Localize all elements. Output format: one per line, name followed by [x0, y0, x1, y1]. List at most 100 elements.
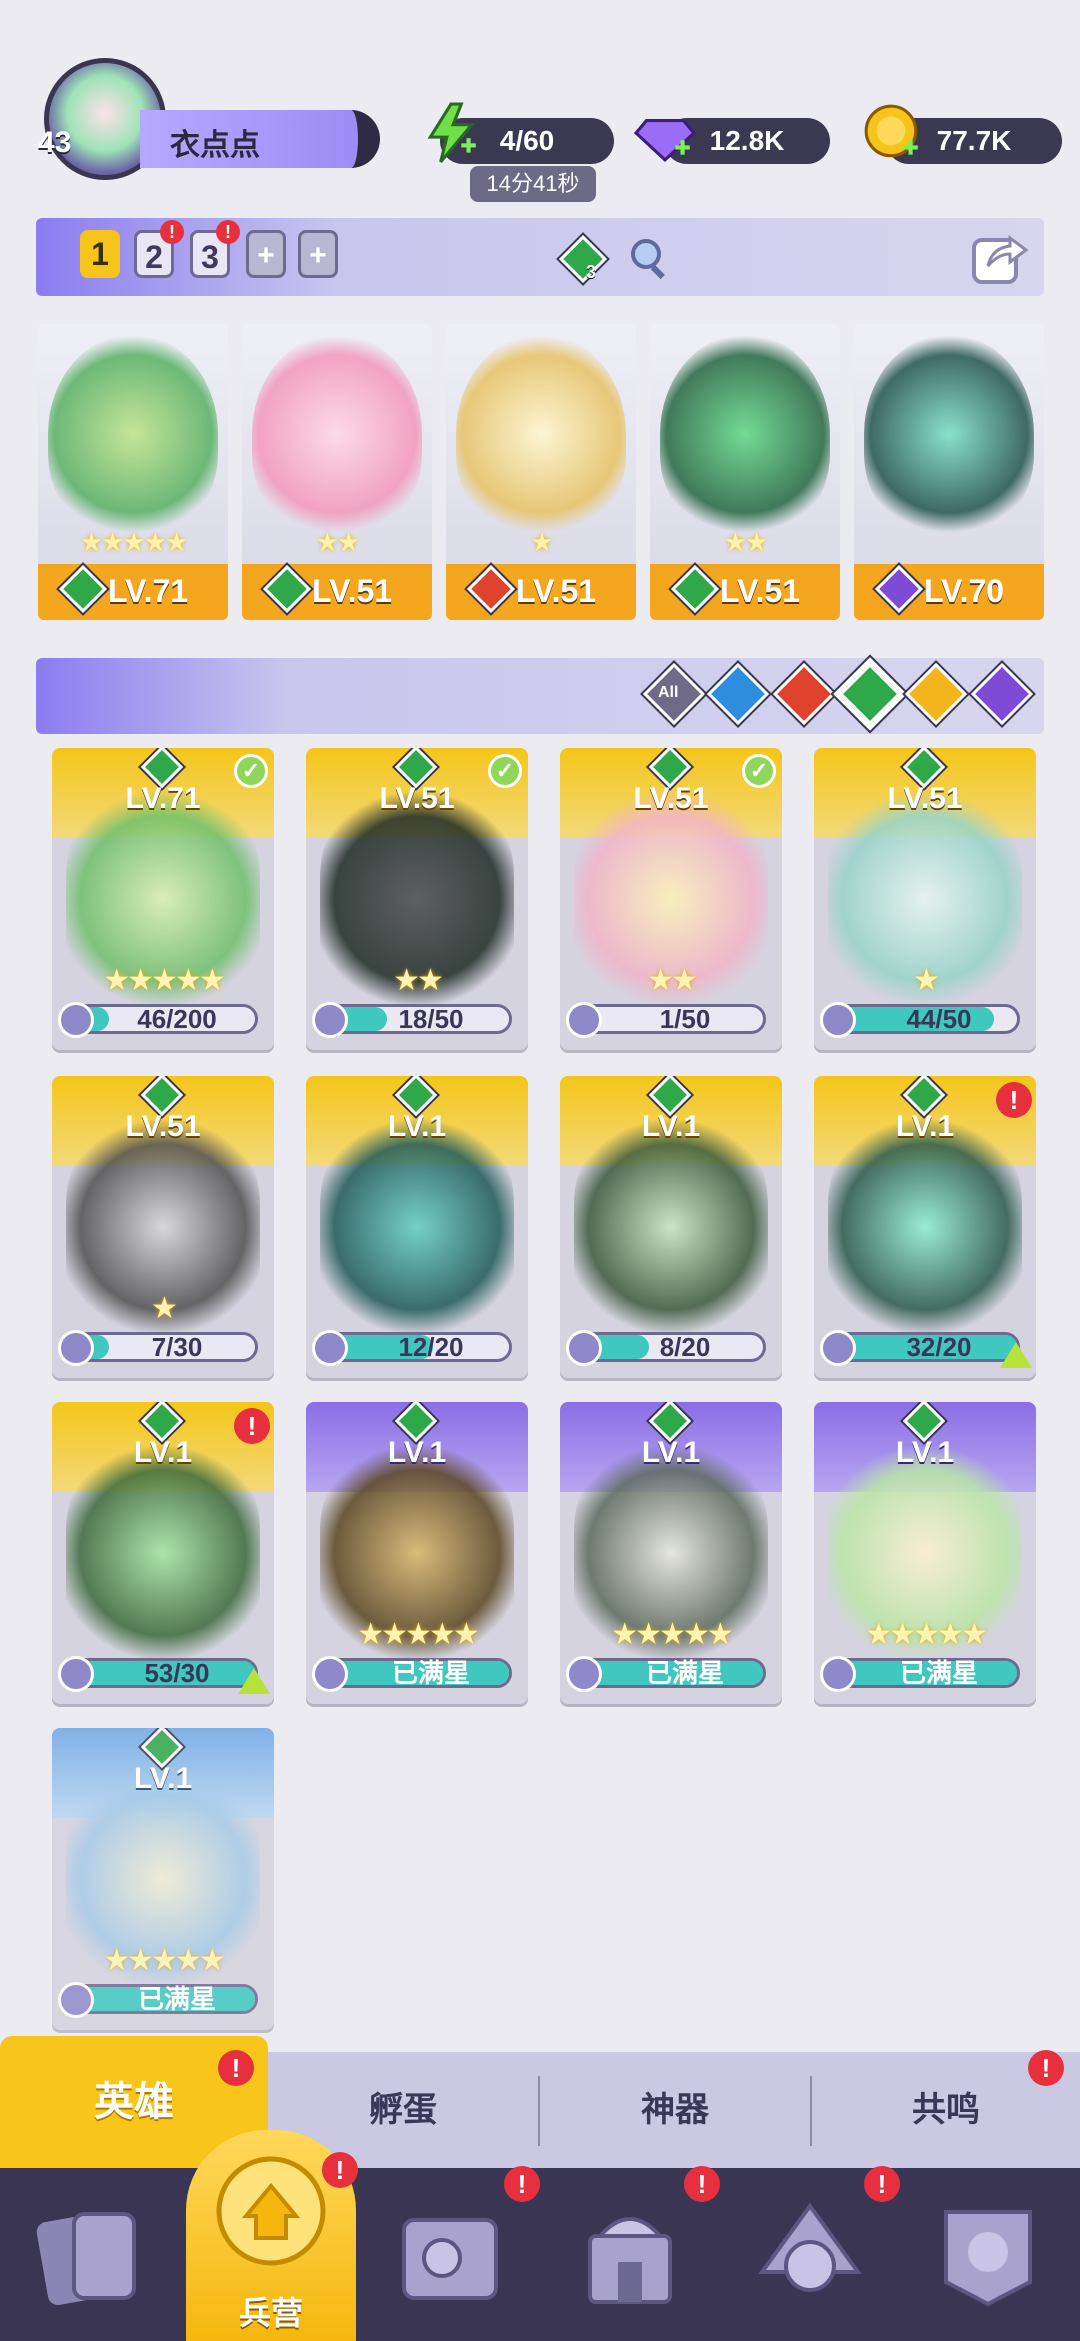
hero-portrait	[320, 1112, 514, 1342]
hero-stars: ★	[913, 964, 940, 997]
shard-progress: 已满星	[137, 1984, 216, 2014]
team-bar	[36, 218, 1044, 296]
alert-icon: !	[218, 2050, 254, 2086]
alert-icon: !	[322, 2152, 358, 2188]
hero-card[interactable]: LV.1 ★★★★★ 已满星	[52, 1728, 274, 2030]
upgrade-arrow-icon	[1000, 1342, 1032, 1368]
hero-stars: ★★★★★	[865, 1618, 987, 1651]
map-book-nav-icon[interactable]	[390, 2196, 510, 2316]
hero-card[interactable]: LV.1 ★★★★★ 已满星	[814, 1402, 1036, 1704]
hero-level: LV.71	[108, 573, 189, 609]
hero-level: LV.1	[641, 1436, 701, 1469]
hero-portrait	[252, 334, 422, 534]
player-level: 43	[38, 126, 72, 159]
hero-portrait	[828, 1112, 1022, 1342]
share-icon[interactable]	[970, 226, 1030, 286]
shard-progress: 12/20	[398, 1332, 464, 1362]
team-slot[interactable]: ★ LV.51	[446, 324, 636, 620]
shard-progress: 已满星	[391, 1658, 470, 1688]
hero-portrait	[66, 1438, 260, 1668]
mushroom-nav-icon[interactable]	[750, 2196, 870, 2316]
in-team-check-icon: ✓	[488, 754, 522, 788]
hero-portrait	[456, 334, 626, 534]
filter-all-label: All	[658, 684, 679, 701]
shard-progress: 已满星	[645, 1658, 724, 1688]
alert-icon: !	[864, 2166, 900, 2202]
hero-stars: ★★	[723, 527, 769, 557]
hero-level: LV.51	[516, 573, 597, 609]
gem-icon	[634, 119, 696, 162]
hero-card[interactable]: LV.1 ★★★★★ 已满星	[306, 1402, 528, 1704]
hero-level: LV.51	[312, 573, 393, 609]
alert-icon: !	[1028, 2050, 1064, 2086]
cards-nav-icon[interactable]	[32, 2196, 152, 2316]
hero-card[interactable]: LV.51 ★ 44/50	[814, 748, 1036, 1050]
hero-portrait	[864, 334, 1034, 534]
in-team-check-icon: ✓	[742, 754, 776, 788]
gold-coin-icon	[864, 104, 918, 158]
hero-stars: ★★★★★	[79, 527, 189, 557]
hero-level: LV.70	[924, 573, 1005, 609]
tab-artifacts[interactable]: 神器	[540, 2052, 810, 2168]
hero-stars: ★★★★★	[357, 1618, 479, 1651]
hero-stars: ★★★★★	[103, 1944, 225, 1977]
hero-level: LV.1	[133, 1762, 193, 1795]
hero-card[interactable]: LV.51 ★ 7/30	[52, 1076, 274, 1378]
hero-stars: ★★★★★	[103, 964, 225, 997]
team-add-button[interactable]: +	[246, 230, 286, 278]
hero-stars: ★★	[393, 964, 444, 997]
hero-level: LV.1	[387, 1110, 447, 1143]
hero-card[interactable]: LV.71 ✓ ★★★★★ 46/200	[52, 748, 274, 1050]
bottom-nav	[0, 2168, 1080, 2341]
hero-level: LV.51	[720, 573, 801, 609]
castle-nav-icon[interactable]	[570, 2196, 690, 2316]
hero-card[interactable]: LV.1 ! 32/20	[814, 1076, 1036, 1378]
alert-icon: !	[504, 2166, 540, 2202]
hero-level: LV.1	[133, 1436, 193, 1469]
hero-stars: ★★	[647, 964, 698, 997]
alert-icon: !	[160, 220, 184, 244]
hero-card[interactable]: LV.1 ★★★★★ 已满星	[560, 1402, 782, 1704]
search-icon[interactable]	[628, 236, 672, 280]
hero-card[interactable]: LV.1 12/20	[306, 1076, 528, 1378]
hero-level: LV.1	[895, 1110, 955, 1143]
hero-card[interactable]: LV.1 8/20	[560, 1076, 782, 1378]
shard-progress: 18/50	[398, 1004, 464, 1034]
hero-level: LV.1	[641, 1110, 701, 1143]
hero-stars: ★★	[315, 527, 361, 557]
shard-progress: 46/200	[137, 1004, 217, 1034]
team-slot[interactable]: ★★ LV.51	[242, 324, 432, 620]
hero-level: LV.51	[125, 1110, 201, 1143]
shard-progress: 1/50	[659, 1004, 711, 1034]
player-name: 衣点点	[170, 129, 260, 162]
hero-stars: ★	[151, 1292, 178, 1325]
hero-card[interactable]: LV.1 ! 53/30	[52, 1402, 274, 1704]
team-tab-1[interactable]: 1	[80, 230, 120, 278]
hero-level: LV.1	[387, 1436, 447, 1469]
team-slot[interactable]: LV.70	[854, 324, 1044, 620]
alert-icon: !	[216, 220, 240, 244]
hero-level: LV.51	[887, 782, 963, 815]
guild-banner-nav-icon[interactable]	[928, 2196, 1048, 2316]
team-slot[interactable]: ★★ LV.51	[650, 324, 840, 620]
hero-card[interactable]: LV.51 ✓ ★★ 1/50	[560, 748, 782, 1050]
hero-level: LV.1	[895, 1436, 955, 1469]
hero-level: LV.51	[379, 782, 455, 815]
upgrade-arrow-icon	[238, 1668, 270, 1694]
energy-timer: 14分41秒	[470, 166, 596, 202]
hero-portrait	[660, 334, 830, 534]
team-element-count: 3	[586, 262, 597, 282]
barracks-nav-label: 兵营	[238, 2295, 303, 2331]
shard-progress: 已满星	[899, 1658, 978, 1688]
barracks-icon	[216, 2156, 326, 2266]
shard-progress: 8/20	[659, 1332, 711, 1362]
hero-card[interactable]: LV.51 ✓ ★★ 18/50	[306, 748, 528, 1050]
hero-stars: ★★★★★	[611, 1618, 733, 1651]
team-slot[interactable]: ★★★★★ LV.71	[38, 324, 228, 620]
alert-icon: !	[234, 1408, 270, 1444]
energy-icon	[427, 102, 476, 163]
hero-level: LV.71	[125, 782, 201, 815]
hero-stars: ★	[530, 527, 553, 557]
team-add-button[interactable]: +	[298, 230, 338, 278]
alert-icon: !	[684, 2166, 720, 2202]
